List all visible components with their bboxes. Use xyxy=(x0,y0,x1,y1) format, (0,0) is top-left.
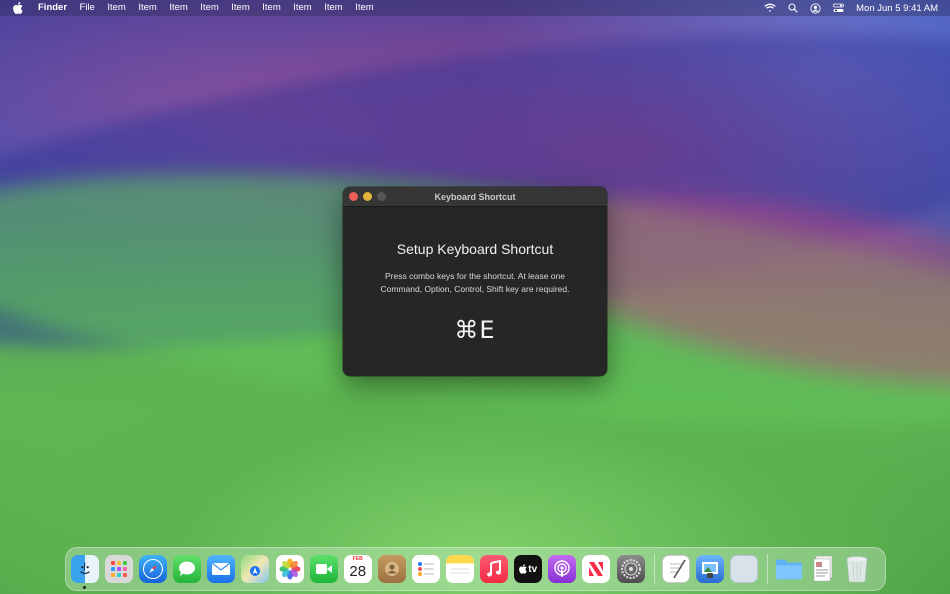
calendar-month: FEB xyxy=(352,556,363,562)
contacts-icon[interactable] xyxy=(377,555,406,583)
messages-icon[interactable] xyxy=(173,555,202,583)
apple-tv-icon[interactable]: tv xyxy=(514,555,543,583)
dialog-description: Press combo keys for the shortcut. At le… xyxy=(343,270,607,296)
dock-separator xyxy=(653,554,655,584)
finder-icon[interactable] xyxy=(71,555,99,589)
music-icon[interactable] xyxy=(480,555,509,583)
menu-app-name[interactable]: Finder xyxy=(38,0,67,16)
news-icon[interactable] xyxy=(582,555,611,583)
menu-item[interactable]: Item xyxy=(262,0,280,16)
calendar-day: 28 xyxy=(349,563,367,580)
system-settings-icon[interactable] xyxy=(616,555,645,583)
menu-item[interactable]: Item xyxy=(293,0,311,16)
menu-item[interactable]: Item xyxy=(169,0,187,16)
photos-icon[interactable] xyxy=(275,555,304,583)
menu-bar-clock[interactable]: Mon Jun 5 9:41 AM xyxy=(856,3,938,14)
menu-item[interactable]: Item xyxy=(138,0,156,16)
dialog-heading: Setup Keyboard Shortcut xyxy=(396,241,554,257)
description-line: Press combo keys for the shortcut. At le… xyxy=(384,271,565,281)
facetime-icon[interactable] xyxy=(309,555,338,583)
menu-item[interactable]: Item xyxy=(324,0,342,16)
window-content: Setup Keyboard Shortcut Press combo keys… xyxy=(343,241,607,344)
menu-item[interactable]: Item xyxy=(200,0,218,16)
downloads-folder-icon[interactable] xyxy=(775,555,803,583)
trash-icon[interactable] xyxy=(843,555,871,583)
launchpad-icon[interactable] xyxy=(105,555,134,583)
mail-icon[interactable] xyxy=(207,555,236,583)
preview-icon[interactable] xyxy=(695,555,724,583)
dock: FEB 28 tv xyxy=(65,547,886,591)
user-account-icon[interactable] xyxy=(810,2,821,14)
menu-bar: Finder File Item Item Item Item Item Ite… xyxy=(0,0,950,16)
calendar-icon[interactable]: FEB 28 xyxy=(343,555,372,583)
safari-icon[interactable] xyxy=(139,555,168,583)
running-indicator xyxy=(83,586,86,589)
minimize-window-button[interactable] xyxy=(363,192,372,201)
dock-separator xyxy=(766,554,768,584)
podcasts-icon[interactable] xyxy=(548,555,577,583)
menu-item[interactable]: Item xyxy=(231,0,249,16)
description-line: Command, Option, Control, Shift key are … xyxy=(380,284,570,294)
reminders-icon[interactable] xyxy=(411,555,440,583)
textedit-icon[interactable] xyxy=(661,555,690,583)
maps-icon[interactable] xyxy=(241,555,270,583)
window-titlebar[interactable]: Keyboard Shortcut xyxy=(343,187,607,207)
menu-item[interactable]: Item xyxy=(107,0,125,16)
menu-file[interactable]: File xyxy=(80,0,95,16)
shortcut-recorder[interactable]: ⌘E xyxy=(343,316,607,344)
apple-menu-icon[interactable] xyxy=(12,1,24,15)
keyboard-shortcut-window: Keyboard Shortcut Setup Keyboard Shortcu… xyxy=(343,187,607,376)
spotlight-search-icon[interactable] xyxy=(788,3,798,13)
control-center-icon[interactable] xyxy=(833,3,845,13)
blank-app-icon[interactable] xyxy=(729,555,758,583)
zoom-window-button xyxy=(377,192,386,201)
document-stack-icon[interactable] xyxy=(809,555,837,583)
wifi-icon[interactable] xyxy=(764,3,776,13)
notes-icon[interactable] xyxy=(446,555,475,583)
menu-item[interactable]: Item xyxy=(355,0,373,16)
apple-tv-label: tv xyxy=(528,563,538,575)
close-window-button[interactable] xyxy=(349,192,358,201)
